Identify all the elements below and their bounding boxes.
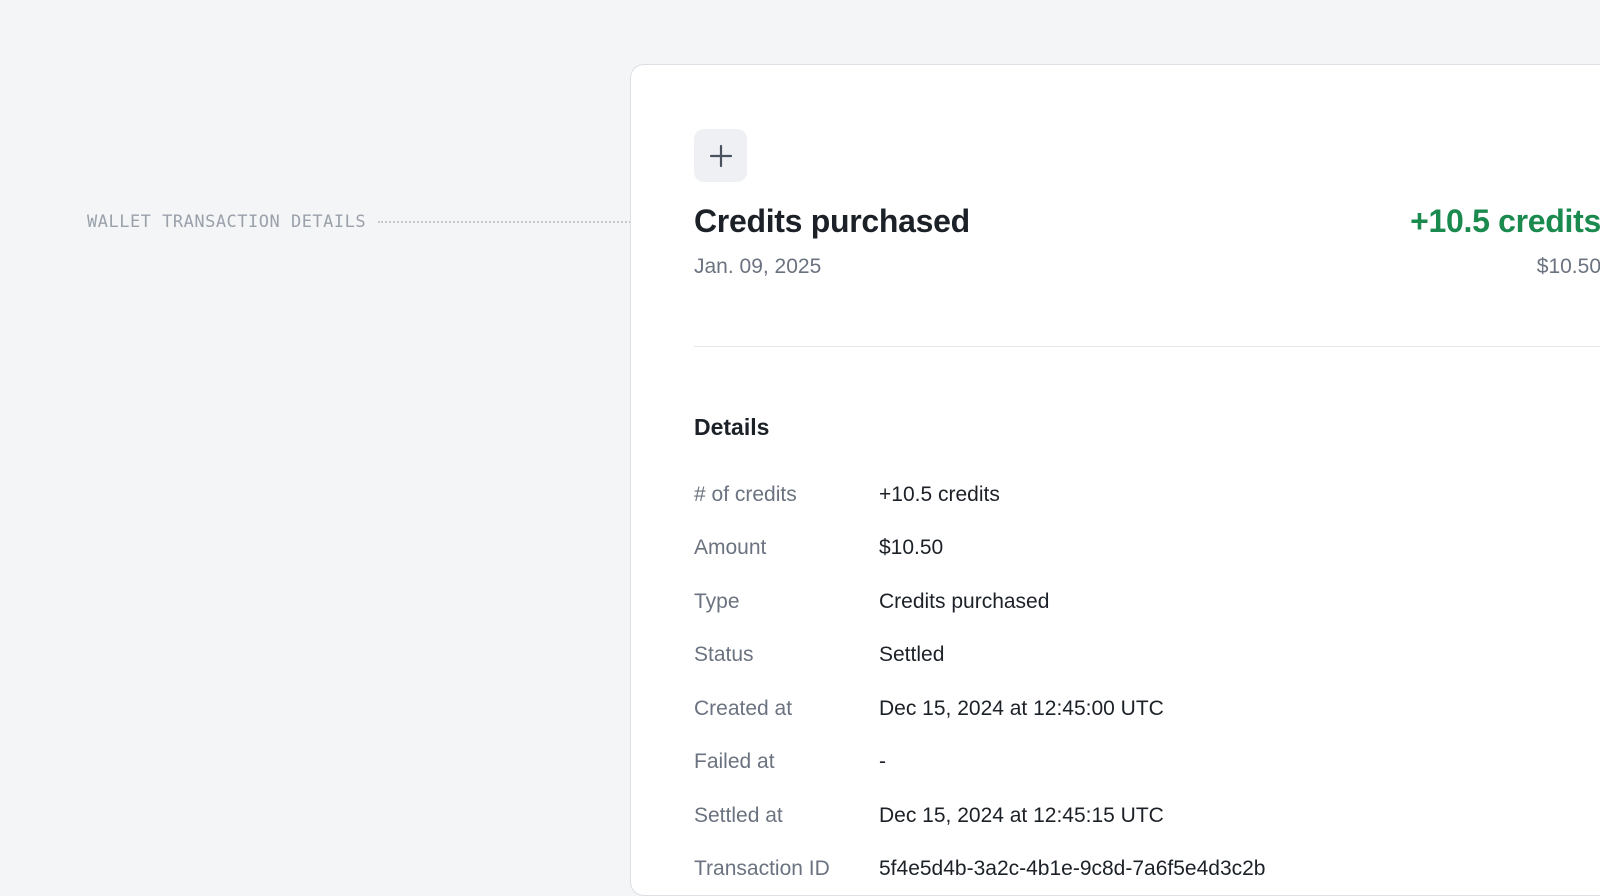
detail-row-created-at: Created at Dec 15, 2024 at 12:45:00 UTC <box>694 682 1265 736</box>
detail-value: Credits purchased <box>879 590 1049 614</box>
transaction-details-panel: Credits purchased Jan. 09, 2025 +10.5 cr… <box>630 64 1600 896</box>
transaction-date: Jan. 09, 2025 <box>694 255 821 279</box>
detail-label: Type <box>694 590 879 614</box>
detail-label: Created at <box>694 697 879 721</box>
transaction-credits: +10.5 credits <box>1410 203 1600 240</box>
annotation-callout: WALLET TRANSACTION DETAILS <box>87 212 642 232</box>
detail-value: Dec 15, 2024 at 12:45:15 UTC <box>879 804 1164 828</box>
annotation-label: WALLET TRANSACTION DETAILS <box>87 212 366 232</box>
plus-icon[interactable] <box>694 129 747 182</box>
detail-label: Status <box>694 643 879 667</box>
detail-row-failed-at: Failed at - <box>694 736 1265 790</box>
detail-value[interactable]: 5f4e5d4b-3a2c-4b1e-9c8d-7a6f5e4d3c2b <box>879 857 1265 881</box>
details-heading: Details <box>694 414 769 441</box>
detail-label: # of credits <box>694 483 879 507</box>
detail-row-transaction-id: Transaction ID 5f4e5d4b-3a2c-4b1e-9c8d-7… <box>694 843 1265 896</box>
detail-value: Settled <box>879 643 944 667</box>
transaction-amount: $10.50 <box>1537 255 1600 279</box>
detail-row-settled-at: Settled at Dec 15, 2024 at 12:45:15 UTC <box>694 789 1265 843</box>
annotation-leader-line <box>378 221 642 223</box>
detail-row-status: Status Settled <box>694 629 1265 683</box>
transaction-title: Credits purchased <box>694 203 970 240</box>
detail-row-amount: Amount $10.50 <box>694 522 1265 576</box>
detail-label: Settled at <box>694 804 879 828</box>
detail-label: Transaction ID <box>694 857 879 881</box>
detail-label: Failed at <box>694 750 879 774</box>
detail-value: +10.5 credits <box>879 483 1000 507</box>
details-list: # of credits +10.5 credits Amount $10.50… <box>694 468 1265 896</box>
detail-row-credits: # of credits +10.5 credits <box>694 468 1265 522</box>
detail-label: Amount <box>694 536 879 560</box>
section-divider <box>694 346 1600 347</box>
detail-value: Dec 15, 2024 at 12:45:00 UTC <box>879 697 1164 721</box>
detail-value: $10.50 <box>879 536 943 560</box>
detail-row-type: Type Credits purchased <box>694 575 1265 629</box>
detail-value: - <box>879 750 886 774</box>
